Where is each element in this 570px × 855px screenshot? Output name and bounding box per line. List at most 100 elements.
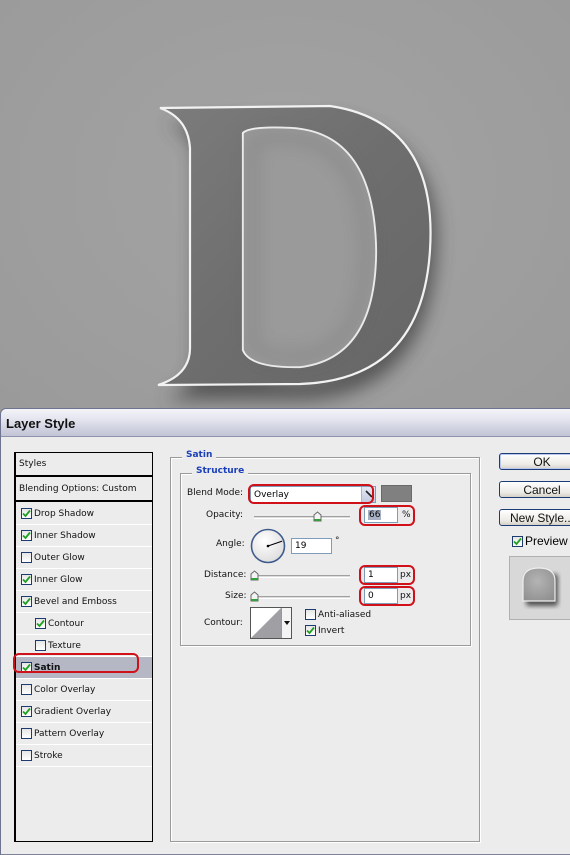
preview-checkbox-box[interactable] bbox=[512, 535, 523, 547]
styles-header-label: Styles bbox=[19, 459, 47, 469]
style-item-label: Texture bbox=[48, 640, 81, 651]
satin-checkbox[interactable] bbox=[21, 662, 32, 673]
cancel-button[interactable]: Cancel bbox=[499, 481, 570, 498]
styles-list: Styles Blending Options: Custom Drop Sha… bbox=[14, 452, 153, 842]
style-item-label: Color Overlay bbox=[34, 684, 96, 695]
distance-unit: px bbox=[400, 570, 412, 580]
blending-options-item[interactable]: Blending Options: Custom bbox=[16, 478, 152, 502]
style-item-label: Satin bbox=[34, 662, 61, 673]
preview-label: Preview bbox=[525, 534, 568, 548]
angle-input[interactable]: 19 bbox=[291, 538, 332, 554]
new-style-button[interactable]: New Style... bbox=[499, 509, 570, 526]
check-icon bbox=[513, 537, 522, 545]
ok-button[interactable]: OK bbox=[499, 453, 570, 470]
angle-label: Angle: bbox=[216, 539, 245, 549]
style-preview-thumbnail bbox=[509, 556, 570, 620]
style-item-outer-glow[interactable]: Outer Glow bbox=[16, 547, 152, 569]
inner-glow-checkbox[interactable] bbox=[21, 574, 32, 585]
opacity-slider-thumb[interactable] bbox=[313, 511, 322, 522]
satin-color-swatch[interactable] bbox=[381, 485, 412, 502]
angle-value: 19 bbox=[295, 541, 307, 551]
invert-checkbox-box[interactable] bbox=[305, 625, 316, 636]
anti-aliased-checkbox-box[interactable] bbox=[305, 609, 316, 620]
style-item-stroke[interactable]: Stroke bbox=[16, 745, 152, 767]
texture-checkbox[interactable] bbox=[35, 640, 46, 651]
check-icon bbox=[22, 575, 31, 584]
style-item-gradient-overlay[interactable]: Gradient Overlay bbox=[16, 701, 152, 723]
layer-style-dialog: Layer Style Styles Blending Options: Cus… bbox=[0, 408, 570, 855]
document-canvas[interactable] bbox=[0, 0, 570, 410]
distance-value: 1 bbox=[368, 570, 374, 580]
check-icon bbox=[22, 663, 31, 672]
check-icon bbox=[22, 531, 31, 540]
contour-label: Contour: bbox=[204, 618, 243, 628]
gradient-overlay-checkbox[interactable] bbox=[21, 706, 32, 717]
style-item-label: Outer Glow bbox=[34, 552, 85, 563]
style-item-satin[interactable]: Satin bbox=[16, 657, 152, 679]
style-item-drop-shadow[interactable]: Drop Shadow bbox=[16, 503, 152, 525]
dialog-title: Layer Style bbox=[6, 416, 76, 431]
bevel-and-emboss-checkbox[interactable] bbox=[21, 596, 32, 607]
style-item-label: Drop Shadow bbox=[34, 508, 95, 519]
blend-mode-select[interactable]: Overlay bbox=[250, 486, 376, 503]
opacity-input[interactable]: 66 bbox=[364, 507, 398, 523]
styles-header[interactable]: Styles bbox=[16, 453, 152, 477]
style-item-color-overlay[interactable]: Color Overlay bbox=[16, 679, 152, 701]
dropdown-arrow-icon[interactable] bbox=[361, 487, 375, 502]
style-item-label: Inner Shadow bbox=[34, 530, 96, 541]
check-icon bbox=[22, 707, 31, 716]
size-value: 0 bbox=[368, 591, 374, 601]
drop-shadow-checkbox[interactable] bbox=[21, 508, 32, 519]
opacity-unit: % bbox=[402, 510, 411, 520]
contour-picker[interactable] bbox=[250, 607, 292, 639]
check-icon bbox=[36, 619, 45, 628]
size-input[interactable]: 0 bbox=[364, 588, 398, 604]
angle-dial[interactable] bbox=[250, 528, 286, 564]
blend-mode-value: Overlay bbox=[254, 490, 289, 500]
style-item-inner-glow[interactable]: Inner Glow bbox=[16, 569, 152, 591]
contour-dropdown-button[interactable] bbox=[281, 608, 291, 638]
letter-d-artwork bbox=[157, 104, 437, 400]
anti-aliased-checkbox[interactable]: Anti-aliased bbox=[305, 609, 371, 620]
color-overlay-checkbox[interactable] bbox=[21, 684, 32, 695]
caret-down-icon bbox=[284, 621, 290, 625]
structure-section-title: Structure bbox=[192, 466, 249, 476]
blend-mode-label: Blend Mode: bbox=[187, 488, 244, 498]
distance-slider-track[interactable] bbox=[254, 575, 350, 578]
size-label: Size: bbox=[225, 591, 247, 601]
inner-shadow-checkbox[interactable] bbox=[21, 530, 32, 541]
anti-aliased-label: Anti-aliased bbox=[318, 609, 372, 620]
dialog-title-bar[interactable]: Layer Style bbox=[1, 409, 570, 437]
distance-slider-thumb[interactable] bbox=[250, 570, 259, 581]
invert-checkbox[interactable]: Invert bbox=[305, 625, 344, 636]
style-item-bevel-and-emboss[interactable]: Bevel and Emboss bbox=[16, 591, 152, 613]
outer-glow-checkbox[interactable] bbox=[21, 552, 32, 563]
contour-checkbox[interactable] bbox=[35, 618, 46, 629]
opacity-slider-track[interactable] bbox=[254, 516, 350, 519]
style-item-label: Contour bbox=[48, 618, 84, 629]
style-item-label: Gradient Overlay bbox=[34, 706, 112, 717]
stroke-checkbox[interactable] bbox=[21, 750, 32, 761]
style-item-pattern-overlay[interactable]: Pattern Overlay bbox=[16, 723, 152, 745]
size-slider-track[interactable] bbox=[254, 596, 350, 599]
size-slider-thumb[interactable] bbox=[250, 591, 259, 602]
check-icon bbox=[22, 597, 31, 606]
size-unit: px bbox=[400, 591, 412, 601]
style-item-label: Inner Glow bbox=[34, 574, 83, 585]
opacity-value: 66 bbox=[368, 510, 382, 520]
preview-swatch-image bbox=[522, 567, 558, 606]
style-item-label: Stroke bbox=[34, 750, 63, 761]
style-item-inner-shadow[interactable]: Inner Shadow bbox=[16, 525, 152, 547]
opacity-label: Opacity: bbox=[206, 510, 243, 520]
distance-label: Distance: bbox=[204, 570, 247, 580]
preview-checkbox[interactable]: Preview bbox=[512, 534, 568, 548]
style-item-label: Pattern Overlay bbox=[34, 728, 105, 739]
distance-input[interactable]: 1 bbox=[364, 567, 398, 583]
invert-label: Invert bbox=[318, 625, 345, 636]
contour-curve-icon bbox=[251, 608, 281, 638]
satin-section-title: Satin bbox=[182, 450, 217, 460]
style-item-texture[interactable]: Texture bbox=[16, 635, 152, 657]
pattern-overlay-checkbox[interactable] bbox=[21, 728, 32, 739]
style-item-contour[interactable]: Contour bbox=[16, 613, 152, 635]
angle-unit: ° bbox=[335, 536, 340, 546]
